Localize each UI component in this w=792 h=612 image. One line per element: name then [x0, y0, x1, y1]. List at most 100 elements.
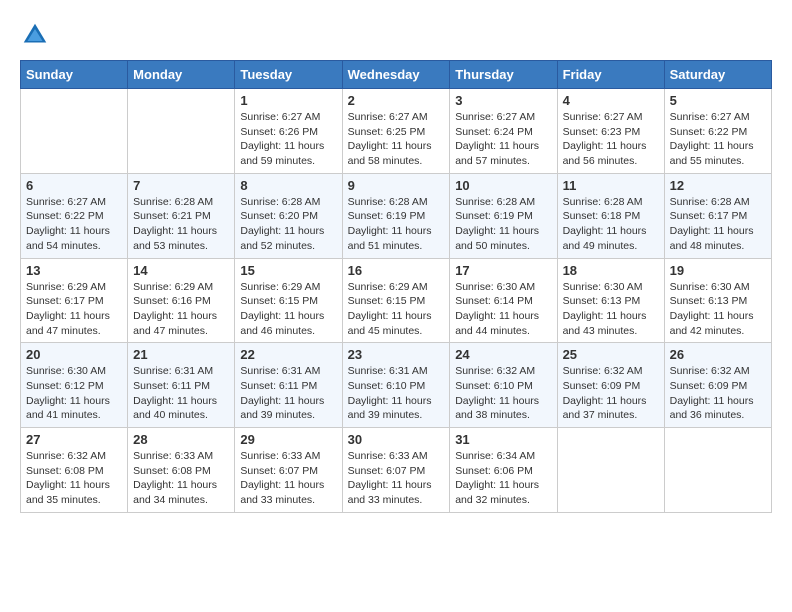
- calendar-cell: 20 Sunrise: 6:30 AMSunset: 6:12 PMDayligh…: [21, 343, 128, 428]
- day-number: 18: [563, 263, 659, 278]
- day-number: 28: [133, 432, 229, 447]
- day-number: 15: [240, 263, 336, 278]
- weekday-header: Monday: [128, 61, 235, 89]
- day-info: Sunrise: 6:30 AMSunset: 6:12 PMDaylight:…: [26, 364, 122, 423]
- calendar-cell: 31 Sunrise: 6:34 AMSunset: 6:06 PMDayligh…: [450, 428, 557, 513]
- day-number: 12: [670, 178, 766, 193]
- day-info: Sunrise: 6:27 AMSunset: 6:23 PMDaylight:…: [563, 110, 659, 169]
- calendar-cell: 11Sunrise: 6:28 AMSunset: 6:18 PMDayligh…: [557, 173, 664, 258]
- day-info: Sunrise: 6:30 AMSunset: 6:14 PMDaylight:…: [455, 280, 551, 339]
- calendar-week-row: 13 Sunrise: 6:29 AMSunset: 6:17 PMDayligh…: [21, 258, 772, 343]
- weekday-header: Saturday: [664, 61, 771, 89]
- calendar-cell: 25Sunrise: 6:32 AMSunset: 6:09 PMDayligh…: [557, 343, 664, 428]
- calendar-week-row: 27 Sunrise: 6:32 AMSunset: 6:08 PMDayligh…: [21, 428, 772, 513]
- day-info: Sunrise: 6:27 AMSunset: 6:22 PMDaylight:…: [26, 195, 122, 254]
- calendar-cell: [128, 89, 235, 174]
- weekday-header: Friday: [557, 61, 664, 89]
- day-info: Sunrise: 6:28 AMSunset: 6:20 PMDaylight:…: [240, 195, 336, 254]
- day-number: 8: [240, 178, 336, 193]
- calendar-cell: 23Sunrise: 6:31 AMSunset: 6:10 PMDayligh…: [342, 343, 450, 428]
- day-number: 3: [455, 93, 551, 108]
- calendar-cell: 13 Sunrise: 6:29 AMSunset: 6:17 PMDayligh…: [21, 258, 128, 343]
- day-number: 11: [563, 178, 659, 193]
- calendar-cell: 29Sunrise: 6:33 AMSunset: 6:07 PMDayligh…: [235, 428, 342, 513]
- calendar-cell: 7Sunrise: 6:28 AMSunset: 6:21 PMDaylight…: [128, 173, 235, 258]
- day-info: Sunrise: 6:33 AMSunset: 6:07 PMDaylight:…: [348, 449, 445, 508]
- day-info: Sunrise: 6:31 AMSunset: 6:11 PMDaylight:…: [133, 364, 229, 423]
- day-number: 25: [563, 347, 659, 362]
- day-number: 29: [240, 432, 336, 447]
- weekday-header: Tuesday: [235, 61, 342, 89]
- calendar-cell: 21Sunrise: 6:31 AMSunset: 6:11 PMDayligh…: [128, 343, 235, 428]
- calendar-cell: [557, 428, 664, 513]
- day-number: 31: [455, 432, 551, 447]
- calendar-cell: 16Sunrise: 6:29 AMSunset: 6:15 PMDayligh…: [342, 258, 450, 343]
- day-info: Sunrise: 6:28 AMSunset: 6:19 PMDaylight:…: [348, 195, 445, 254]
- day-info: Sunrise: 6:32 AMSunset: 6:08 PMDaylight:…: [26, 449, 122, 508]
- day-number: 10: [455, 178, 551, 193]
- day-info: Sunrise: 6:33 AMSunset: 6:08 PMDaylight:…: [133, 449, 229, 508]
- calendar-cell: 22 Sunrise: 6:31 AMSunset: 6:11 PMDayligh…: [235, 343, 342, 428]
- weekday-header: Thursday: [450, 61, 557, 89]
- day-info: Sunrise: 6:29 AMSunset: 6:17 PMDaylight:…: [26, 280, 122, 339]
- calendar-cell: 14 Sunrise: 6:29 AMSunset: 6:16 PMDayligh…: [128, 258, 235, 343]
- day-info: Sunrise: 6:27 AMSunset: 6:22 PMDaylight:…: [670, 110, 766, 169]
- calendar-table: SundayMondayTuesdayWednesdayThursdayFrid…: [20, 60, 772, 513]
- calendar-week-row: 6 Sunrise: 6:27 AMSunset: 6:22 PMDaylight…: [21, 173, 772, 258]
- calendar-cell: 10Sunrise: 6:28 AMSunset: 6:19 PMDayligh…: [450, 173, 557, 258]
- day-info: Sunrise: 6:30 AMSunset: 6:13 PMDaylight:…: [670, 280, 766, 339]
- calendar-cell: 6 Sunrise: 6:27 AMSunset: 6:22 PMDaylight…: [21, 173, 128, 258]
- day-info: Sunrise: 6:32 AMSunset: 6:10 PMDaylight:…: [455, 364, 551, 423]
- day-number: 22: [240, 347, 336, 362]
- weekday-header: Wednesday: [342, 61, 450, 89]
- calendar-cell: 26 Sunrise: 6:32 AMSunset: 6:09 PMDayligh…: [664, 343, 771, 428]
- day-number: 23: [348, 347, 445, 362]
- day-number: 26: [670, 347, 766, 362]
- calendar-cell: 15 Sunrise: 6:29 AMSunset: 6:15 PMDayligh…: [235, 258, 342, 343]
- calendar-cell: 24 Sunrise: 6:32 AMSunset: 6:10 PMDayligh…: [450, 343, 557, 428]
- day-number: 9: [348, 178, 445, 193]
- calendar-cell: 1 Sunrise: 6:27 AMSunset: 6:26 PMDaylight…: [235, 89, 342, 174]
- day-info: Sunrise: 6:27 AMSunset: 6:26 PMDaylight:…: [240, 110, 336, 169]
- calendar-cell: 2 Sunrise: 6:27 AMSunset: 6:25 PMDaylight…: [342, 89, 450, 174]
- logo: [20, 20, 54, 50]
- day-info: Sunrise: 6:27 AMSunset: 6:25 PMDaylight:…: [348, 110, 445, 169]
- calendar-week-row: 20 Sunrise: 6:30 AMSunset: 6:12 PMDayligh…: [21, 343, 772, 428]
- weekday-header: Sunday: [21, 61, 128, 89]
- calendar-cell: 30 Sunrise: 6:33 AMSunset: 6:07 PMDayligh…: [342, 428, 450, 513]
- calendar-cell: 17 Sunrise: 6:30 AMSunset: 6:14 PMDayligh…: [450, 258, 557, 343]
- day-number: 6: [26, 178, 122, 193]
- logo-icon: [20, 20, 50, 50]
- day-info: Sunrise: 6:28 AMSunset: 6:21 PMDaylight:…: [133, 195, 229, 254]
- day-number: 20: [26, 347, 122, 362]
- day-info: Sunrise: 6:30 AMSunset: 6:13 PMDaylight:…: [563, 280, 659, 339]
- day-info: Sunrise: 6:31 AMSunset: 6:11 PMDaylight:…: [240, 364, 336, 423]
- calendar-cell: 28 Sunrise: 6:33 AMSunset: 6:08 PMDayligh…: [128, 428, 235, 513]
- calendar-cell: [664, 428, 771, 513]
- day-number: 13: [26, 263, 122, 278]
- day-info: Sunrise: 6:28 AMSunset: 6:17 PMDaylight:…: [670, 195, 766, 254]
- day-info: Sunrise: 6:29 AMSunset: 6:15 PMDaylight:…: [240, 280, 336, 339]
- day-number: 2: [348, 93, 445, 108]
- day-number: 16: [348, 263, 445, 278]
- day-number: 14: [133, 263, 229, 278]
- calendar-cell: 12 Sunrise: 6:28 AMSunset: 6:17 PMDayligh…: [664, 173, 771, 258]
- day-number: 19: [670, 263, 766, 278]
- day-number: 4: [563, 93, 659, 108]
- calendar-cell: 3Sunrise: 6:27 AMSunset: 6:24 PMDaylight…: [450, 89, 557, 174]
- calendar-body: 1 Sunrise: 6:27 AMSunset: 6:26 PMDaylight…: [21, 89, 772, 513]
- day-info: Sunrise: 6:34 AMSunset: 6:06 PMDaylight:…: [455, 449, 551, 508]
- page-header: [20, 20, 772, 50]
- calendar-cell: 19 Sunrise: 6:30 AMSunset: 6:13 PMDayligh…: [664, 258, 771, 343]
- day-number: 17: [455, 263, 551, 278]
- day-info: Sunrise: 6:29 AMSunset: 6:16 PMDaylight:…: [133, 280, 229, 339]
- day-number: 30: [348, 432, 445, 447]
- calendar-cell: 9 Sunrise: 6:28 AMSunset: 6:19 PMDaylight…: [342, 173, 450, 258]
- calendar-cell: 4 Sunrise: 6:27 AMSunset: 6:23 PMDaylight…: [557, 89, 664, 174]
- day-number: 24: [455, 347, 551, 362]
- calendar-week-row: 1 Sunrise: 6:27 AMSunset: 6:26 PMDaylight…: [21, 89, 772, 174]
- weekday-row: SundayMondayTuesdayWednesdayThursdayFrid…: [21, 61, 772, 89]
- day-info: Sunrise: 6:32 AMSunset: 6:09 PMDaylight:…: [670, 364, 766, 423]
- day-number: 27: [26, 432, 122, 447]
- day-number: 1: [240, 93, 336, 108]
